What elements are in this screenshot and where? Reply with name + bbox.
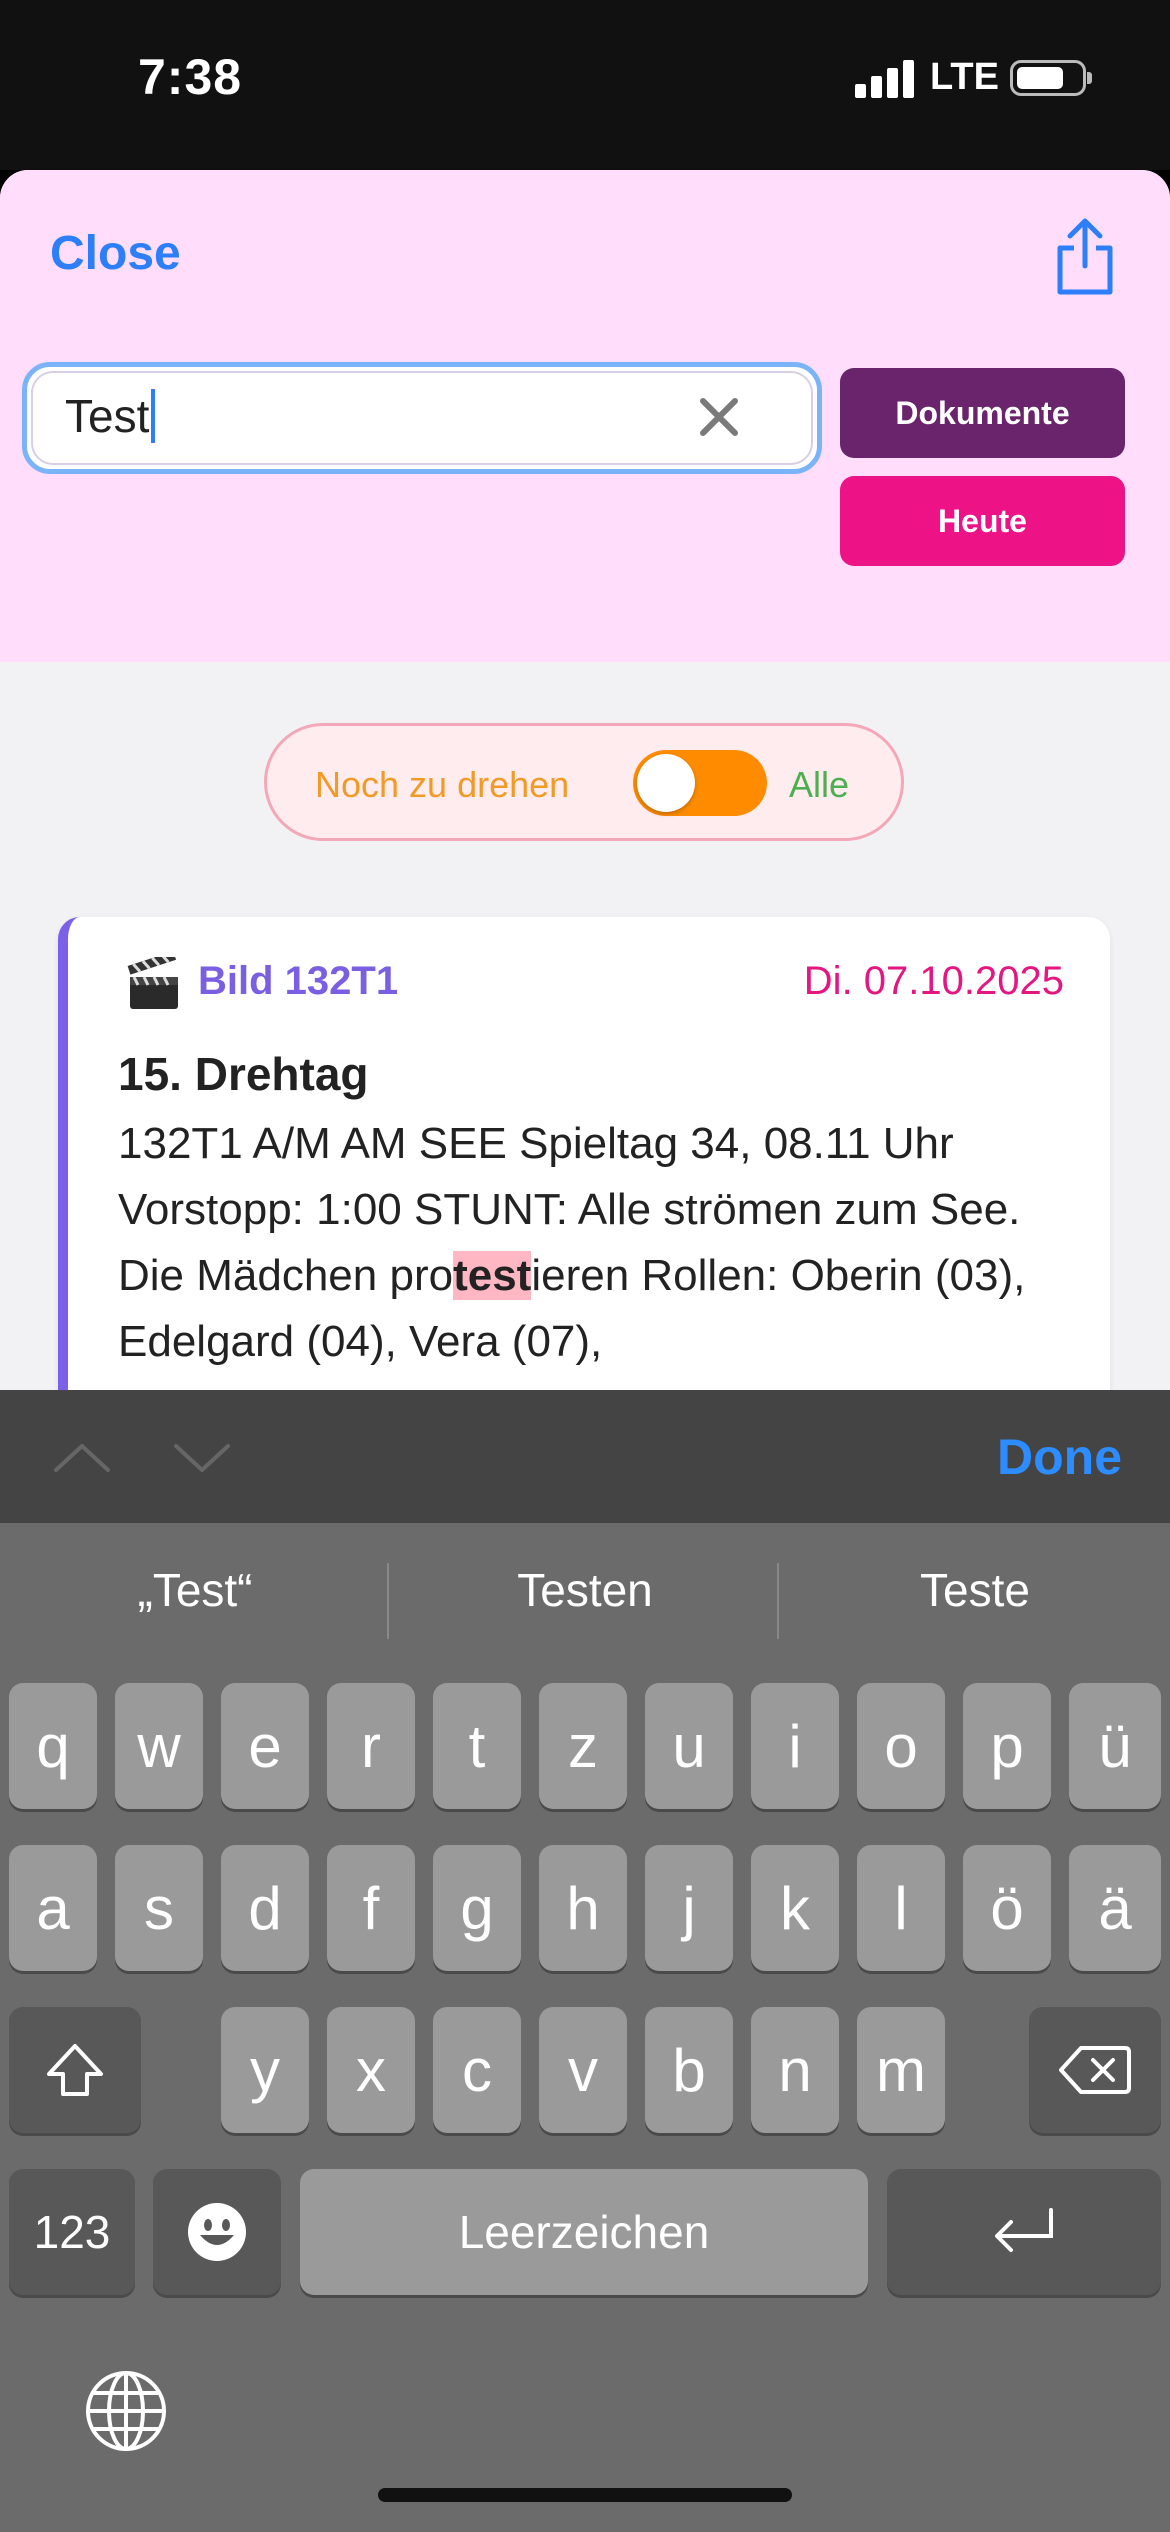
status-time: 7:38 [138,49,243,105]
key-j[interactable]: j [645,1845,733,1971]
key-n[interactable]: n [751,2007,839,2133]
search-field[interactable]: Test [22,362,822,474]
suggestion-1[interactable]: „Test“ [5,1563,385,1617]
chevron-down-icon[interactable] [172,1428,232,1488]
clapperboard-icon [127,957,178,1009]
filter-toggle[interactable] [633,750,767,816]
key-e[interactable]: e [221,1683,309,1809]
close-button[interactable]: Close [50,226,181,281]
key-q[interactable]: q [9,1683,97,1809]
key-b[interactable]: b [645,2007,733,2133]
key-p[interactable]: p [963,1683,1051,1809]
key-a[interactable]: a [9,1845,97,1971]
key-h[interactable]: h [539,1845,627,1971]
suggestion-2[interactable]: Testen [395,1563,775,1617]
scene-card[interactable]: Bild 132T1 Di. 07.10.2025 15. Drehtag 13… [58,917,1110,1390]
key-u[interactable]: u [645,1683,733,1809]
filter-label-pending: Noch zu drehen [315,764,570,805]
text-caret [151,388,156,443]
heute-button[interactable]: Heute [840,476,1125,566]
key-l[interactable]: l [857,1845,945,1971]
key-x[interactable]: x [327,2007,415,2133]
share-icon[interactable] [1050,216,1120,296]
filter-label-all: Alle [789,764,850,805]
toggle-knob [637,754,695,812]
shift-icon [47,2044,103,2096]
shift-key[interactable] [9,2007,141,2133]
backspace-icon [1059,2046,1131,2094]
key-m[interactable]: m [857,2007,945,2133]
battery-icon [1010,60,1092,96]
key-ue[interactable]: ü [1069,1683,1161,1809]
suggestion-3[interactable]: Teste [785,1563,1165,1617]
suggestion-divider [777,1563,779,1639]
key-d[interactable]: d [221,1845,309,1971]
space-key[interactable]: Leerzeichen [300,2169,868,2295]
search-sheet: Close Test Dokumente Heute Noch zu drehe… [0,170,1170,1390]
xmark-icon[interactable] [697,395,741,439]
suggestion-divider [387,1563,389,1639]
key-f[interactable]: f [327,1845,415,1971]
home-indicator [378,2488,792,2502]
key-s[interactable]: s [115,1845,203,1971]
scene-description: 132T1 A/M AM SEE Spieltag 34, 08.11 Uhr … [118,1111,1078,1375]
search-match-highlight: test [453,1251,532,1300]
emoji-key[interactable] [153,2169,281,2295]
space-key-label: Leerzeichen [458,2206,710,2258]
emoji-icon [188,2203,246,2261]
key-t[interactable]: t [433,1683,521,1809]
key-c[interactable]: c [433,2007,521,2133]
return-icon [995,2208,1053,2252]
key-ae[interactable]: ä [1069,1845,1161,1971]
delete-key[interactable] [1029,2007,1161,2133]
dokumente-button[interactable]: Dokumente [840,368,1125,458]
chevron-up-icon[interactable] [52,1428,112,1488]
keyboard: „Test“ Testen Teste q w e r t z u i o p … [0,1523,1170,2532]
key-v[interactable]: v [539,2007,627,2133]
key-o[interactable]: o [857,1683,945,1809]
shooting-day: 15. Drehtag [118,1048,369,1100]
search-input[interactable]: Test [65,388,156,447]
key-y[interactable]: y [221,2007,309,2133]
keyboard-accessory-bar: Done [0,1390,1170,1523]
key-r[interactable]: r [327,1683,415,1809]
done-button[interactable]: Done [997,1428,1122,1486]
shoot-filter: Noch zu drehen Alle [264,723,904,841]
search-value: Test [65,390,150,442]
scene-title: Bild 132T1 [198,959,399,1003]
sheet-header: Close Test Dokumente Heute [0,170,1170,662]
network-type: LTE [930,56,999,98]
key-g[interactable]: g [433,1845,521,1971]
key-oe[interactable]: ö [963,1845,1051,1971]
numbers-key[interactable]: 123 [9,2169,135,2295]
status-bar: 7:38 LTE [0,0,1170,170]
key-w[interactable]: w [115,1683,203,1809]
return-key[interactable] [887,2169,1161,2295]
cellular-signal-icon [855,58,915,98]
key-i[interactable]: i [751,1683,839,1809]
scene-date: Di. 07.10.2025 [803,959,1064,1003]
globe-icon[interactable] [84,2369,168,2453]
numbers-key-label: 123 [33,2206,111,2258]
key-z[interactable]: z [539,1683,627,1809]
key-k[interactable]: k [751,1845,839,1971]
